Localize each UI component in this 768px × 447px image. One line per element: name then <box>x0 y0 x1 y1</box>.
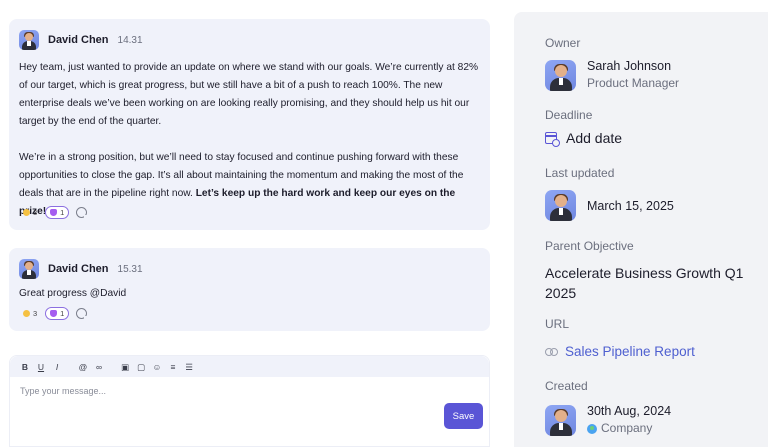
url-label: URL <box>545 317 570 331</box>
gif-icon[interactable]: ▢ <box>136 362 146 372</box>
message-body: Hey team, just wanted to provide an upda… <box>19 59 481 221</box>
avatar[interactable] <box>545 59 576 91</box>
emoji-icon[interactable]: ☺ <box>152 362 162 372</box>
last-updated-row: March 15, 2025 <box>545 190 674 221</box>
reactions-bar: 3 1 <box>19 307 89 320</box>
reaction-smile[interactable]: 3 <box>19 206 41 219</box>
created-org-name: Company <box>601 421 653 435</box>
avatar[interactable] <box>545 190 576 221</box>
formatting-toolbar: B U I @ ∞ ▣ ▢ ☺ ≡ ☰ <box>10 356 489 377</box>
deadline-value: Add date <box>566 130 623 146</box>
created-info: 30th Aug, 2024 Company <box>587 403 671 437</box>
message-body: Great progress @David <box>19 285 481 303</box>
italic-button[interactable]: I <box>52 362 62 372</box>
parent-objective-label: Parent Objective <box>545 239 634 253</box>
message-author[interactable]: David Chen <box>48 263 109 275</box>
created-label: Created <box>545 379 588 393</box>
message-composer: B U I @ ∞ ▣ ▢ ☺ ≡ ☰ Save <box>9 355 490 447</box>
message-card: David Chen 14.31 Hey team, just wanted t… <box>9 19 490 230</box>
add-reaction-icon[interactable] <box>76 308 89 320</box>
reaction-count: 3 <box>33 208 38 217</box>
owner-info: Sarah Johnson Product Manager <box>587 58 679 92</box>
message-header: David Chen 14.31 <box>19 29 143 51</box>
parent-objective-value[interactable]: Accelerate Business Growth Q1 2025 <box>545 263 755 303</box>
avatar[interactable] <box>19 30 39 50</box>
bold-button[interactable]: B <box>20 362 30 372</box>
purple-heart-emoji-icon <box>50 209 58 216</box>
created-date: 30th Aug, 2024 <box>587 404 672 418</box>
message-header: David Chen 15.31 <box>19 258 143 280</box>
smile-emoji-icon <box>23 310 30 317</box>
save-button[interactable]: Save <box>444 403 483 429</box>
underline-button[interactable]: U <box>36 362 46 372</box>
add-reaction-icon[interactable] <box>76 207 89 219</box>
reaction-smile[interactable]: 3 <box>19 307 41 320</box>
message-author[interactable]: David Chen <box>48 34 109 46</box>
details-panel: Owner Sarah Johnson Product Manager Dead… <box>514 12 768 447</box>
smile-emoji-icon <box>23 209 30 216</box>
conversation-pane: David Chen 14.31 Hey team, just wanted t… <box>0 0 514 447</box>
link-icon[interactable]: ∞ <box>94 362 104 372</box>
owner-role: Product Manager <box>587 76 680 90</box>
link-icon <box>545 347 558 356</box>
reaction-count: 1 <box>60 309 65 318</box>
url-link[interactable]: Sales Pipeline Report <box>545 344 695 359</box>
message-paragraph: Great progress @David <box>19 288 127 299</box>
reaction-heart[interactable]: 1 <box>45 307 70 320</box>
mention-button[interactable]: @ <box>78 362 88 372</box>
owner-row[interactable]: Sarah Johnson Product Manager <box>545 58 679 92</box>
calendar-icon <box>545 132 560 147</box>
image-icon[interactable]: ▣ <box>120 362 130 372</box>
last-updated-value: March 15, 2025 <box>587 198 674 213</box>
message-paragraph: We’re in a strong position, but we’ll ne… <box>19 149 481 221</box>
message-input[interactable] <box>20 383 400 399</box>
message-time: 15.31 <box>117 263 143 275</box>
reaction-heart[interactable]: 1 <box>45 206 70 219</box>
purple-heart-emoji-icon <box>50 310 58 317</box>
message-time: 14.31 <box>117 34 143 46</box>
message-paragraph: Hey team, just wanted to provide an upda… <box>19 62 479 127</box>
reactions-bar: 3 1 <box>19 206 89 219</box>
owner-name: Sarah Johnson <box>587 59 672 73</box>
owner-label: Owner <box>545 36 581 50</box>
created-row: 30th Aug, 2024 Company <box>545 403 671 437</box>
globe-icon <box>587 423 597 434</box>
numbered-list-icon[interactable]: ≡ <box>168 362 178 372</box>
avatar[interactable] <box>545 404 576 436</box>
bullet-list-icon[interactable]: ☰ <box>184 362 194 372</box>
deadline-label: Deadline <box>545 108 593 122</box>
message-card: David Chen 15.31 Great progress @David 3… <box>9 248 490 331</box>
reaction-count: 3 <box>33 309 38 318</box>
url-value[interactable]: Sales Pipeline Report <box>565 344 695 359</box>
add-date-button[interactable]: Add date <box>545 130 623 147</box>
avatar[interactable] <box>19 259 39 279</box>
reaction-count: 1 <box>60 208 65 217</box>
created-org: Company <box>587 420 671 437</box>
last-updated-label: Last updated <box>545 166 615 180</box>
